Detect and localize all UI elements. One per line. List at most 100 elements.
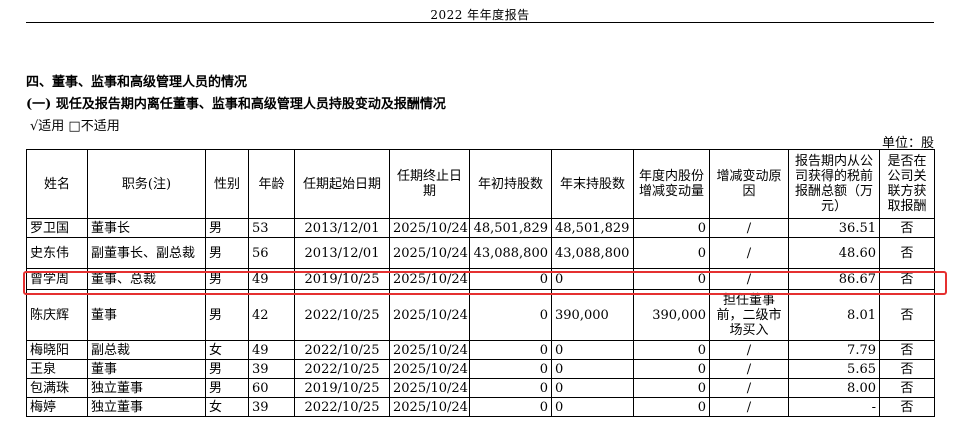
cell-name: 梅晓阳 xyxy=(26,340,88,360)
cell-shares-begin: 0 xyxy=(469,397,552,417)
cell-title: 副董事长、副总裁 xyxy=(87,237,206,269)
col-header-pre-tax-pay: 报告期内从公司获得的税前报酬总额（万元） xyxy=(788,149,880,219)
cell-related-pay: 否 xyxy=(879,397,935,417)
cell-title: 董事长 xyxy=(87,218,206,238)
table-row: 梅晓阳 副总裁 女 49 2022/10/25 2025/10/24 0 0 0… xyxy=(26,340,935,360)
cell-shares-end: 390,000 xyxy=(551,289,634,341)
cell-gender: 男 xyxy=(205,289,249,341)
header-rule xyxy=(26,22,934,23)
cell-related-pay: 否 xyxy=(879,237,935,269)
cell-shares-end: 0 xyxy=(551,397,634,417)
cell-change-reason: / xyxy=(709,218,789,238)
cell-end-date: 2025/10/24 xyxy=(389,359,470,379)
cell-start-date: 2022/10/25 xyxy=(294,289,390,341)
cell-change-reason: / xyxy=(709,237,789,269)
cell-gender: 女 xyxy=(205,340,249,360)
cell-related-pay: 否 xyxy=(879,359,935,379)
cell-share-change: 0 xyxy=(633,378,710,398)
cell-age: 56 xyxy=(248,237,295,269)
section-heading: 四、董事、监事和高级管理人员的情况 xyxy=(26,75,248,90)
cell-shares-begin: 0 xyxy=(469,378,552,398)
cell-end-date: 2025/10/24 xyxy=(389,289,470,341)
cell-age: 39 xyxy=(248,359,295,379)
col-header-shares-begin: 年初持股数 xyxy=(469,149,552,219)
cell-shares-end: 48,501,829 xyxy=(551,218,634,238)
cell-pre-tax-pay: - xyxy=(788,397,880,417)
col-header-age: 年龄 xyxy=(248,149,295,219)
cell-name: 史东伟 xyxy=(26,237,88,269)
cell-change-reason: / xyxy=(709,340,789,360)
cell-shares-begin: 0 xyxy=(469,289,552,341)
cell-end-date: 2025/10/24 xyxy=(389,397,470,417)
cell-shares-end: 43,088,800 xyxy=(551,237,634,269)
table-row: 罗卫国 董事长 男 53 2013/12/01 2025/10/24 48,50… xyxy=(26,218,935,238)
cell-shares-end: 0 xyxy=(551,359,634,379)
cell-gender: 男 xyxy=(205,237,249,269)
table-row: 陈庆辉 董事 男 42 2022/10/25 2025/10/24 0 390,… xyxy=(26,289,935,341)
col-header-share-change: 年度内股份增减变动量 xyxy=(633,149,710,219)
section-subheading: (一) 现任及报告期内离任董事、监事和高级管理人员持股变动及报酬情况 xyxy=(26,97,446,112)
cell-age: 49 xyxy=(248,340,295,360)
col-header-start-date: 任期起始日期 xyxy=(294,149,390,219)
cell-shares-begin: 0 xyxy=(469,359,552,379)
cell-name: 陈庆辉 xyxy=(26,289,88,341)
cell-end-date: 2025/10/24 xyxy=(389,237,470,269)
table-row: 王泉 董事 男 39 2022/10/25 2025/10/24 0 0 0 /… xyxy=(26,359,935,379)
cell-age: 60 xyxy=(248,378,295,398)
cell-name: 罗卫国 xyxy=(26,218,88,238)
col-header-gender: 性别 xyxy=(205,149,249,219)
cell-pre-tax-pay: 5.65 xyxy=(788,359,880,379)
cell-change-reason: 担任董事前，二级市场买入 xyxy=(709,289,789,341)
cell-gender: 男 xyxy=(205,378,249,398)
cell-shares-begin: 43,088,800 xyxy=(469,237,552,269)
cell-share-change: 0 xyxy=(633,340,710,360)
cell-share-change: 390,000 xyxy=(633,289,710,341)
cell-age: 53 xyxy=(248,218,295,238)
cell-shares-end: 0 xyxy=(551,378,634,398)
cell-shares-begin: 0 xyxy=(469,340,552,360)
table-row: 史东伟 副董事长、副总裁 男 56 2013/12/01 2025/10/24 … xyxy=(26,237,935,269)
cell-start-date: 2022/10/25 xyxy=(294,340,390,360)
cell-name: 王泉 xyxy=(26,359,88,379)
table-row: 梅婷 独立董事 女 39 2022/10/25 2025/10/24 0 0 0… xyxy=(26,397,935,417)
cell-start-date: 2022/10/25 xyxy=(294,397,390,417)
cell-pre-tax-pay: 36.51 xyxy=(788,218,880,238)
cell-related-pay: 否 xyxy=(879,340,935,360)
cell-start-date: 2013/12/01 xyxy=(294,218,390,238)
col-header-change-reason: 增减变动原因 xyxy=(709,149,789,219)
cell-title: 董事 xyxy=(87,289,206,341)
cell-title: 独立董事 xyxy=(87,378,206,398)
col-header-title: 职务(注) xyxy=(87,149,206,219)
cell-change-reason: / xyxy=(709,397,789,417)
cell-title: 董事 xyxy=(87,359,206,379)
col-header-name: 姓名 xyxy=(26,149,88,219)
cell-title: 副总裁 xyxy=(87,340,206,360)
cell-pre-tax-pay: 8.01 xyxy=(788,289,880,341)
cell-change-reason: / xyxy=(709,378,789,398)
cell-related-pay: 否 xyxy=(879,289,935,341)
cell-share-change: 0 xyxy=(633,237,710,269)
cell-pre-tax-pay: 8.00 xyxy=(788,378,880,398)
col-header-related-pay: 是否在公司关联方获取报酬 xyxy=(879,149,935,219)
cell-share-change: 0 xyxy=(633,359,710,379)
cell-name: 包满珠 xyxy=(26,378,88,398)
cell-related-pay: 否 xyxy=(879,218,935,238)
cell-end-date: 2025/10/24 xyxy=(389,218,470,238)
table-row: 包满珠 独立董事 男 60 2019/10/25 2025/10/24 0 0 … xyxy=(26,378,935,398)
cell-start-date: 2013/12/01 xyxy=(294,237,390,269)
cell-gender: 男 xyxy=(205,218,249,238)
cell-end-date: 2025/10/24 xyxy=(389,340,470,360)
col-header-end-date: 任期终止日期 xyxy=(389,149,470,219)
cell-shares-end: 0 xyxy=(551,340,634,360)
cell-name: 梅婷 xyxy=(26,397,88,417)
report-header-title: 2022 年年度报告 xyxy=(430,8,530,22)
highlight-box xyxy=(23,271,947,295)
cell-change-reason: / xyxy=(709,359,789,379)
cell-title: 独立董事 xyxy=(87,397,206,417)
cell-age: 42 xyxy=(248,289,295,341)
table-header-row: 姓名 职务(注) 性别 年龄 任期起始日期 任期终止日期 年初持股数 年末持股数… xyxy=(26,149,935,219)
applicability-checkbox-line: √适用 □不适用 xyxy=(30,119,120,134)
cell-pre-tax-pay: 7.79 xyxy=(788,340,880,360)
cell-age: 39 xyxy=(248,397,295,417)
cell-related-pay: 否 xyxy=(879,378,935,398)
